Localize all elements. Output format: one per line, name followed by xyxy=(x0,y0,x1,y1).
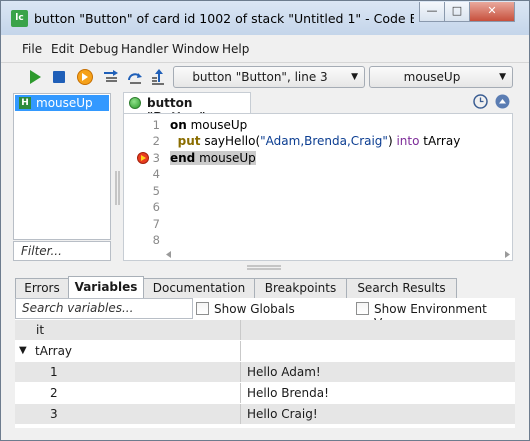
horizontal-splitter-grip[interactable] xyxy=(247,265,281,271)
step-out-icon[interactable] xyxy=(150,68,168,86)
handler-dropdown[interactable]: mouseUp ▼ xyxy=(369,66,513,88)
line-number: 5 xyxy=(152,184,160,198)
line-number: 7 xyxy=(152,217,160,231)
collapse-up-icon[interactable] xyxy=(495,94,510,109)
tab-errors[interactable]: Errors xyxy=(15,278,69,298)
handler-item-label: mouseUp xyxy=(36,96,93,110)
variable-name: it xyxy=(36,323,45,337)
object-dropdown-value: button "Button", line 3 xyxy=(192,70,328,84)
line-number: 2 xyxy=(152,134,160,148)
handler-item-mouseup[interactable]: H mouseUp xyxy=(15,95,109,111)
code-line-3: end mouseUp xyxy=(170,151,256,165)
breakpoint-icon[interactable] xyxy=(137,152,149,164)
livecode-app-icon: lc xyxy=(11,10,28,27)
line-number: 1 xyxy=(152,118,160,132)
handler-icon: H xyxy=(19,97,31,109)
table-row[interactable]: 1 Hello Adam! xyxy=(15,362,515,382)
table-row[interactable]: 3 Hello Craig! xyxy=(15,404,515,424)
stop-icon[interactable] xyxy=(50,68,68,86)
menu-file[interactable]: File xyxy=(22,42,42,56)
variable-name: 1 xyxy=(50,365,58,379)
tab-search-results[interactable]: Search Results xyxy=(346,278,457,298)
variable-value: Hello Craig! xyxy=(247,407,318,421)
show-environment-vars-checkbox[interactable] xyxy=(356,302,369,315)
variables-toolbar: Search variables... Show Globals Show En… xyxy=(15,298,515,330)
variable-name: 2 xyxy=(50,386,58,400)
table-row[interactable]: it xyxy=(15,320,515,340)
variables-grid: it ▼ tArray 1 Hello Adam! 2 Hello Brenda… xyxy=(15,320,515,428)
line-number: 4 xyxy=(152,167,160,181)
tab-documentation[interactable]: Documentation xyxy=(143,278,255,298)
search-variables-input[interactable]: Search variables... xyxy=(15,298,193,319)
tab-breakpoints[interactable]: Breakpoints xyxy=(254,278,347,298)
clock-icon[interactable] xyxy=(473,94,488,109)
chevron-down-icon: ▼ xyxy=(499,72,506,82)
maximize-button[interactable]: □ xyxy=(444,2,470,22)
handler-dropdown-value: mouseUp xyxy=(403,70,461,84)
menu-handler[interactable]: Handler xyxy=(121,42,168,56)
variable-name: 3 xyxy=(50,407,58,421)
title-bar[interactable]: lc button "Button" of card id 1002 of st… xyxy=(1,1,529,35)
variable-name: tArray xyxy=(35,344,73,358)
chevron-down-icon: ▼ xyxy=(351,72,358,82)
menu-debug[interactable]: Debug xyxy=(79,42,118,56)
status-dot-icon xyxy=(129,97,141,109)
horizontal-scrollbar[interactable] xyxy=(164,248,512,261)
bottom-pane-tabs: Errors Variables Documentation Breakpoin… xyxy=(1,276,529,298)
line-number: 6 xyxy=(152,200,160,214)
handler-list: H mouseUp xyxy=(13,93,111,240)
tab-variables[interactable]: Variables xyxy=(68,276,144,298)
variable-value: Hello Adam! xyxy=(247,365,321,379)
menu-bar: File Edit Debug Handler Window Help xyxy=(1,35,529,63)
variable-value: Hello Brenda! xyxy=(247,386,329,400)
show-globals-label: Show Globals xyxy=(214,302,295,316)
menu-help[interactable]: Help xyxy=(222,42,249,56)
code-line-1: on mouseUp xyxy=(170,118,248,132)
show-globals-checkbox[interactable] xyxy=(196,302,209,315)
window-title: button "Button" of card id 1002 of stack… xyxy=(34,11,414,26)
debug-toolbar: button "Button", line 3 ▼ mouseUp ▼ xyxy=(1,63,529,91)
vertical-splitter-grip[interactable] xyxy=(115,171,121,205)
expand-triangle-icon[interactable]: ▼ xyxy=(19,345,27,356)
line-number: 8 xyxy=(152,233,160,247)
step-next-icon[interactable] xyxy=(126,68,144,86)
step-over-icon[interactable] xyxy=(76,68,94,86)
step-into-icon[interactable] xyxy=(102,68,120,86)
table-row[interactable]: 2 Hello Brenda! xyxy=(15,383,515,403)
run-icon[interactable] xyxy=(26,68,44,86)
menu-edit[interactable]: Edit xyxy=(51,42,74,56)
minimize-button[interactable]: — xyxy=(419,2,445,22)
handler-filter-input[interactable]: Filter... xyxy=(13,241,111,261)
table-row[interactable]: ▼ tArray xyxy=(15,341,515,361)
editor-tab[interactable]: button "Button" xyxy=(123,92,251,124)
object-dropdown[interactable]: button "Button", line 3 ▼ xyxy=(173,66,365,88)
code-line-2: put sayHello("Adam,Brenda,Craig") into t… xyxy=(177,134,461,148)
menu-window[interactable]: Window xyxy=(172,42,219,56)
close-button[interactable]: ✕ xyxy=(469,2,515,22)
script-editor[interactable]: 1 2 3 4 5 6 7 8 on mouseUp put sayHello(… xyxy=(123,113,513,261)
code-editor-window: lc button "Button" of card id 1002 of st… xyxy=(0,0,530,441)
